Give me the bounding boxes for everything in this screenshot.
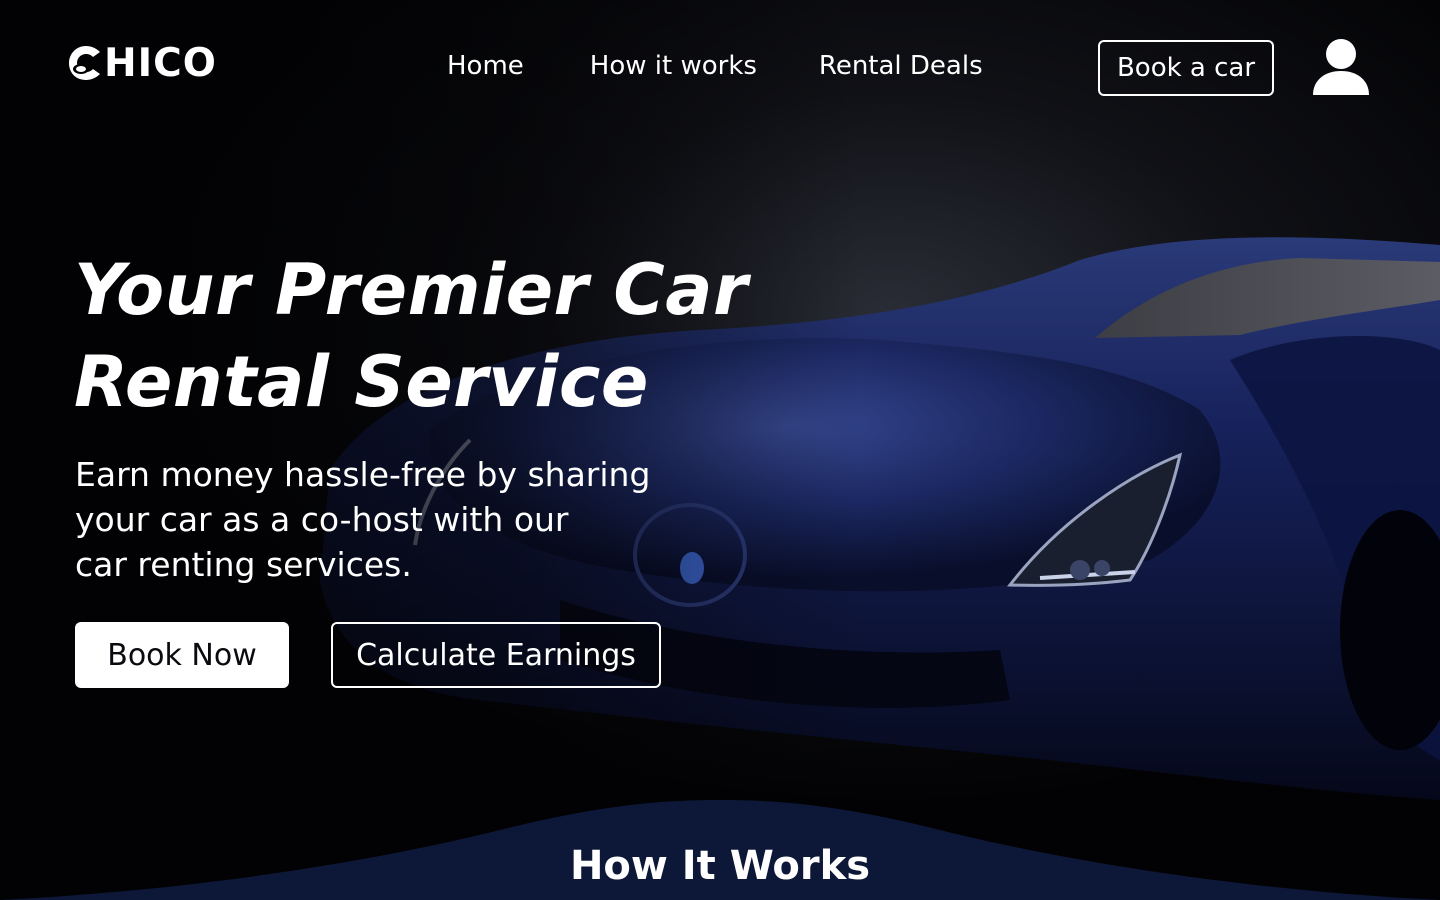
top-nav: HICO Home How it works Rental Deals Book… <box>0 0 1440 130</box>
main-menu: Home How it works Rental Deals <box>447 48 983 84</box>
hero-description-line: car renting services. <box>75 545 412 584</box>
nav-link-rental-deals[interactable]: Rental Deals <box>819 48 983 84</box>
brand-name: HICO <box>104 40 217 86</box>
hero-title-line-1: Your Premier Car <box>74 249 749 331</box>
how-it-works-title: How It Works <box>569 843 871 889</box>
hero-description: Earn money hassle-free by sharing your c… <box>75 452 675 587</box>
hero-title-line-2: Rental Service <box>74 341 649 423</box>
book-a-car-button[interactable]: Book a car <box>1098 40 1274 96</box>
hero-car-image <box>0 0 1440 900</box>
hero-description-line: Earn money hassle-free by sharing <box>75 455 651 494</box>
book-now-button[interactable]: Book Now <box>75 622 289 688</box>
nav-link-how-it-works[interactable]: How it works <box>590 48 757 84</box>
landing-page: HICO Home How it works Rental Deals Book… <box>0 0 1440 900</box>
calculate-earnings-button[interactable]: Calculate Earnings <box>331 622 661 688</box>
steering-wheel-c-icon <box>69 46 100 80</box>
user-icon[interactable] <box>1310 38 1372 98</box>
hero-title: Your Premier Car Rental Service <box>74 244 794 428</box>
brand-logo[interactable]: HICO <box>66 40 217 86</box>
nav-link-home[interactable]: Home <box>447 48 524 84</box>
hero-description-line: your car as a co-host with our <box>75 500 569 539</box>
